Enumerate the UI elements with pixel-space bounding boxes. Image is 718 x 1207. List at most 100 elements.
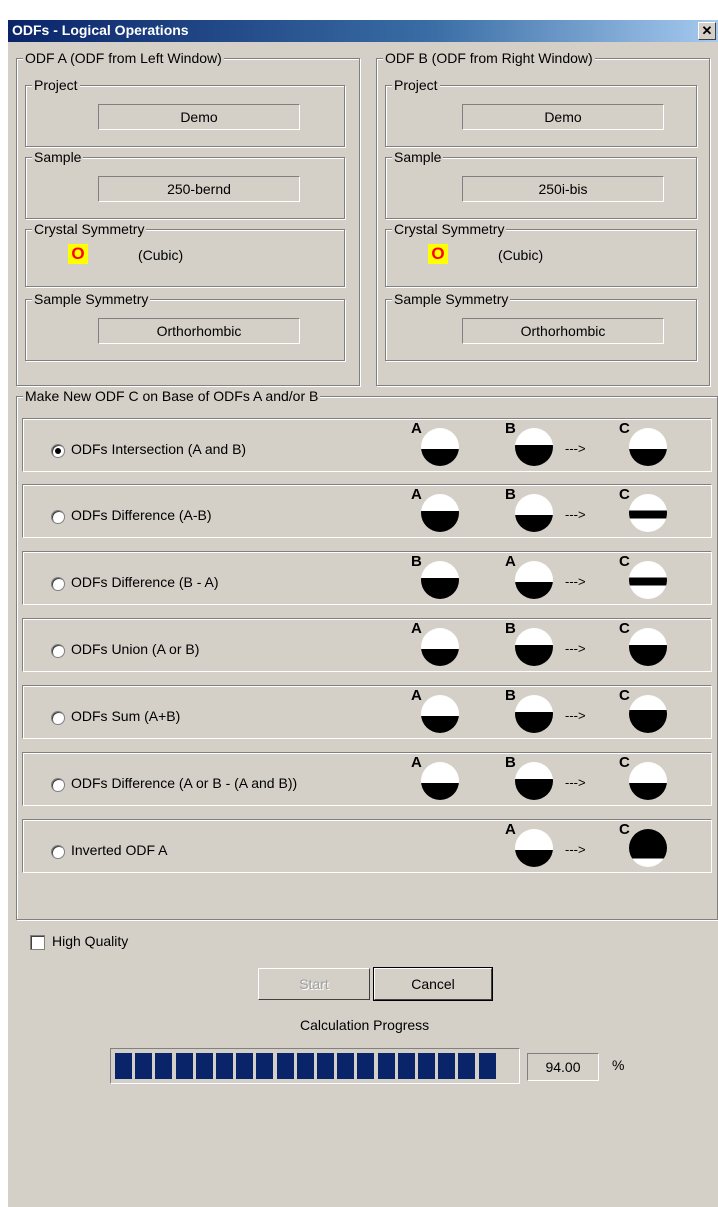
odf-letter: A <box>411 420 422 437</box>
pole-figure-icon <box>629 829 667 867</box>
arrow-label: ---> <box>565 842 586 857</box>
close-icon[interactable]: ✕ <box>698 22 716 40</box>
operation-label: ODFs Difference (A-B) <box>71 507 212 523</box>
window-title: ODFs - Logical Operations <box>12 22 189 38</box>
operation-radio[interactable] <box>51 444 65 458</box>
odf-a-sample-group: Sample 250-bernd <box>25 149 345 219</box>
odf-a-crystal-value: (Cubic) <box>138 247 184 263</box>
title-bar[interactable]: ODFs - Logical Operations ✕ <box>8 20 718 42</box>
pole-figure-icon <box>421 762 459 800</box>
odf-a-project-field: Demo <box>98 104 300 130</box>
progress-segment <box>418 1053 435 1079</box>
odf-a-sample-field: 250-bernd <box>98 176 300 202</box>
odf-letter: B <box>505 620 516 637</box>
operation-label: ODFs Sum (A+B) <box>71 708 181 724</box>
operation-radio[interactable] <box>51 644 65 658</box>
pole-figure-icon <box>515 494 553 532</box>
odf-letter: B <box>505 754 516 771</box>
operation-radio[interactable] <box>51 510 65 524</box>
operation-radio[interactable] <box>51 845 65 859</box>
operation-row[interactable]: ODFs Difference (A or B - (A and B)) A B --… <box>22 752 712 806</box>
odf-letter: A <box>505 821 516 838</box>
odf-letter: A <box>411 687 422 704</box>
arrow-label: ---> <box>565 775 586 790</box>
progress-segment <box>256 1053 274 1079</box>
progress-segment <box>276 1053 294 1079</box>
start-button[interactable]: Start <box>258 968 370 1000</box>
odf-letter: C <box>619 486 630 503</box>
arrow-label: ---> <box>565 507 586 522</box>
arrow-label: ---> <box>565 708 586 723</box>
operation-radio[interactable] <box>51 711 65 725</box>
odf-a-project-group: Project Demo <box>25 77 345 147</box>
odf-b-crystal-group: Crystal Symmetry O (Cubic) <box>385 221 697 287</box>
odf-letter: C <box>619 754 630 771</box>
pole-figure-icon <box>515 695 553 733</box>
odf-a-group: ODF A (ODF from Left Window) Project Dem… <box>16 50 360 386</box>
odf-letter: B <box>411 553 422 570</box>
pole-figure-icon <box>421 494 459 532</box>
odf-a-sample-sym-group: Sample Symmetry Orthorhombic <box>25 291 345 361</box>
pole-figure-icon <box>515 628 553 666</box>
odf-a-sample-sym-field: Orthorhombic <box>98 318 300 344</box>
pole-figure-icon <box>421 561 459 599</box>
progress-segment <box>135 1053 153 1079</box>
operation-radio[interactable] <box>51 778 65 792</box>
pole-figure-icon <box>421 428 459 466</box>
operation-radio[interactable] <box>51 577 65 591</box>
odf-a-crystal-label: Crystal Symmetry <box>32 221 147 237</box>
odf-b-project-label: Project <box>392 77 440 93</box>
operation-row[interactable]: Inverted ODF A A ---> C <box>22 819 712 873</box>
odf-b-sample-sym-field: Orthorhombic <box>462 318 664 344</box>
pole-figure-icon <box>629 428 667 466</box>
odf-letter: C <box>619 553 630 570</box>
progress-label: Calculation Progress <box>300 1017 430 1033</box>
odf-b-sample-sym-group: Sample Symmetry Orthorhombic <box>385 291 697 361</box>
odf-b-crystal-value: (Cubic) <box>498 247 544 263</box>
pole-figure-icon <box>515 561 553 599</box>
odf-a-sample-sym-label: Sample Symmetry <box>32 291 151 307</box>
progress-bar <box>110 1048 520 1084</box>
progress-segment <box>317 1053 334 1079</box>
odf-b-group: ODF B (ODF from Right Window) Project De… <box>376 50 710 386</box>
progress-segment <box>357 1053 375 1079</box>
pole-figure-icon <box>515 428 553 466</box>
odf-letter: B <box>505 687 516 704</box>
progress-segment <box>175 1053 193 1079</box>
operation-row[interactable]: ODFs Union (A or B) A B ---> C <box>22 618 712 672</box>
odf-b-sample-label: Sample <box>392 149 444 165</box>
odf-b-sample-sym-label: Sample Symmetry <box>392 291 511 307</box>
pole-figure-icon <box>629 762 667 800</box>
odf-a-sample-label: Sample <box>32 149 84 165</box>
arrow-label: ---> <box>565 441 586 456</box>
cancel-button[interactable]: Cancel <box>373 967 493 1001</box>
odf-b-project-field: Demo <box>462 104 664 130</box>
progress-segment <box>397 1053 415 1079</box>
pole-figure-icon <box>629 695 667 733</box>
odf-letter: A <box>411 754 422 771</box>
high-quality-checkbox[interactable] <box>30 935 45 950</box>
operation-label: ODFs Intersection (A and B) <box>71 441 247 457</box>
odf-b-project-group: Project Demo <box>385 77 697 147</box>
operation-label: Inverted ODF A <box>71 842 168 858</box>
operation-row[interactable]: ODFs Intersection (A and B) A B ---> C <box>22 418 712 472</box>
progress-segment <box>155 1053 173 1079</box>
odf-letter: A <box>411 486 422 503</box>
odf-a-crystal-group: Crystal Symmetry O (Cubic) <box>25 221 345 287</box>
progress-segment <box>195 1053 213 1079</box>
pole-figure-icon <box>515 762 553 800</box>
odf-letter: A <box>411 620 422 637</box>
operation-row[interactable]: ODFs Sum (A+B) A B ---> C <box>22 685 712 739</box>
crystal-symmetry-icon: O <box>68 244 88 264</box>
operation-label: ODFs Difference (B - A) <box>71 574 219 590</box>
pole-figure-icon <box>421 628 459 666</box>
pole-figure-icon <box>629 561 667 599</box>
odf-letter: B <box>505 486 516 503</box>
odf-letter: C <box>619 620 630 637</box>
progress-segment <box>337 1053 355 1079</box>
operation-row[interactable]: ODFs Difference (B - A) B A ---> C <box>22 551 712 605</box>
odf-a-group-label: ODF A (ODF from Left Window) <box>23 50 224 66</box>
pole-figure-icon <box>629 494 667 532</box>
operation-row[interactable]: ODFs Difference (A-B) A B ---> C <box>22 484 712 538</box>
odf-b-sample-group: Sample 250i-bis <box>385 149 697 219</box>
